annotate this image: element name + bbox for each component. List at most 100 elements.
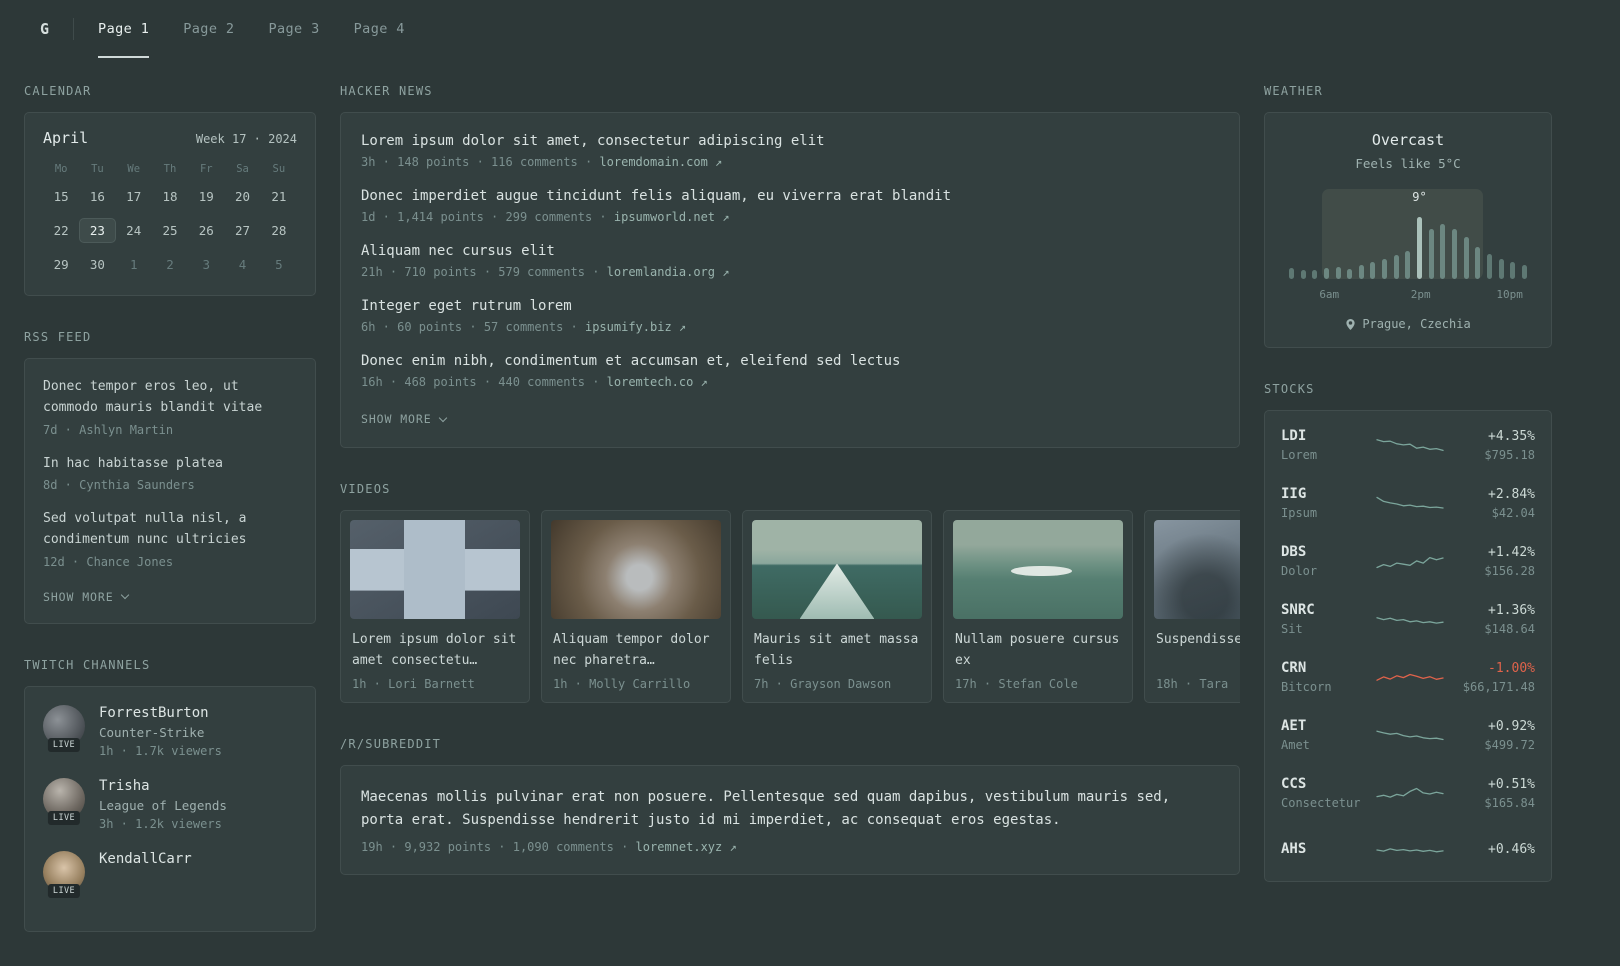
- rss-show-more-button[interactable]: SHOW MORE: [43, 590, 129, 604]
- twitch-channel[interactable]: LIVE ForrestBurton Counter-Strike 1h · 1.7k…: [43, 704, 297, 758]
- weather-bar: [1358, 265, 1364, 279]
- left-column: CALENDAR April Week 17 · 2024 Mo Tu We Th Fr…: [24, 84, 316, 966]
- stock-price: $66,171.48: [1462, 679, 1535, 694]
- subreddit-post-title[interactable]: Maecenas mollis pulvinar erat non posuer…: [361, 786, 1219, 832]
- stock-sparkline: [1376, 556, 1444, 569]
- hn-list: Lorem ipsum dolor sit amet, consectetur …: [361, 133, 1219, 389]
- calendar-day: 28: [271, 223, 287, 238]
- hn-item-title[interactable]: Donec enim nibh, condimentum et accumsan…: [361, 353, 1219, 369]
- channel-avatar: LIVE: [43, 777, 85, 825]
- stock-row[interactable]: DBS Dolor +1.42% $156.28: [1281, 532, 1535, 590]
- tab-page-3[interactable]: Page 3: [268, 0, 319, 58]
- stock-row[interactable]: CCS Consectetur +0.51% $165.84: [1281, 764, 1535, 822]
- twitch-channel[interactable]: LIVE Trisha League of Legends 3h · 1.2k vie…: [43, 777, 297, 831]
- video-thumbnail[interactable]: [953, 520, 1123, 619]
- hn-item-title[interactable]: Donec imperdiet augue tincidunt felis al…: [361, 188, 1219, 204]
- video-title: Suspendisse diam: [1156, 632, 1240, 647]
- twitch-channel[interactable]: LIVE KendallCarr: [43, 850, 297, 898]
- stock-name: Dolor: [1281, 564, 1318, 578]
- channel-category: League of Legends: [99, 797, 227, 813]
- calendar-day: 26: [198, 223, 214, 238]
- calendar-card: April Week 17 · 2024 Mo Tu We Th Fr Sa Su 15 16 1…: [24, 112, 316, 296]
- video-thumbnail[interactable]: [350, 520, 520, 619]
- external-domain-link[interactable]: ipsumify.biz ↗: [585, 320, 686, 334]
- calendar-day: 2: [166, 257, 174, 272]
- hn-item[interactable]: Donec enim nibh, condimentum et accumsan…: [361, 353, 1219, 389]
- channel-info: ForrestBurton Counter-Strike 1h · 1.7k vie…: [99, 705, 222, 758]
- live-badge: LIVE: [47, 810, 81, 825]
- video-card[interactable]: Lorem ipsum dolor sit amet consectetu… 1h…: [340, 510, 530, 703]
- stock-row[interactable]: IIG Ipsum +2.84% $42.04: [1281, 474, 1535, 532]
- rss-item[interactable]: In hac habitasse platea 8d · Cynthia Saun…: [43, 454, 297, 493]
- hn-item-meta: 16h · 468 points · 440 comments · loremt…: [361, 375, 708, 389]
- hn-section-title: HACKER NEWS: [340, 84, 433, 98]
- channel-info: Trisha League of Legends 3h · 1.2k viewers: [99, 778, 227, 831]
- stock-symbol-block: CCS Consectetur: [1281, 776, 1375, 810]
- video-card[interactable]: Mauris sit amet massa felis 7h · Grayson …: [742, 510, 932, 703]
- stock-price: $795.18: [1484, 447, 1535, 462]
- rss-card: Donec tempor eros leo, ut commodo mauris…: [24, 358, 316, 624]
- calendar-day: 19: [198, 189, 214, 204]
- stock-row[interactable]: AHS +0.46%: [1281, 822, 1535, 876]
- video-card[interactable]: Aliquam tempor dolor nec pharetra… 1h · M…: [541, 510, 731, 703]
- rss-item[interactable]: Donec tempor eros leo, ut commodo mauris…: [43, 377, 297, 437]
- tab-page-4[interactable]: Page 4: [354, 0, 405, 58]
- stock-symbol-block: AHS: [1281, 841, 1375, 857]
- subreddit-section-title: /R/SUBREDDIT: [340, 737, 442, 751]
- stock-change: +2.84%: [1488, 486, 1535, 502]
- external-domain-link[interactable]: loremlandia.org ↗: [607, 265, 730, 279]
- hn-item[interactable]: Aliquam nec cursus elit 21h · 710 points …: [361, 243, 1219, 279]
- weather-bar: [1393, 255, 1399, 279]
- video-card[interactable]: Nullam posuere cursus ex 17h · Stefan Col…: [943, 510, 1133, 703]
- stock-price: $42.04: [1491, 505, 1535, 520]
- stock-row[interactable]: LDI Lorem +4.35% $795.18: [1281, 416, 1535, 474]
- external-domain-link[interactable]: loremdomain.com ↗: [599, 155, 722, 169]
- weather-bar: [1312, 270, 1318, 279]
- weather-bar: [1347, 269, 1353, 279]
- right-column: WEATHER Overcast Feels like 5°C 9° 6am 2p…: [1264, 84, 1552, 916]
- stocks-list: LDI Lorem +4.35% $795.18 IIG Ipsum +2.84% $42.0…: [1281, 416, 1535, 876]
- rss-section-title: RSS FEED: [24, 330, 92, 344]
- chevron-down-icon: [120, 591, 129, 600]
- hn-item-title[interactable]: Integer eget rutrum lorem: [361, 298, 1219, 314]
- stock-sparkline: [1376, 848, 1444, 853]
- channel-viewers: 3h · 1.2k viewers: [99, 816, 222, 831]
- external-domain-link[interactable]: loremnet.xyz ↗: [636, 840, 737, 854]
- hn-item-title[interactable]: Aliquam nec cursus elit: [361, 243, 1219, 259]
- weather-bar: [1440, 224, 1446, 279]
- channel-avatar: LIVE: [43, 704, 85, 752]
- channel-category: Counter-Strike: [99, 724, 205, 740]
- video-thumbnail[interactable]: [1154, 520, 1240, 619]
- tab-page-2[interactable]: Page 2: [183, 0, 234, 58]
- stock-sparkline: [1376, 496, 1444, 509]
- external-domain-link[interactable]: loremtech.co ↗: [607, 375, 708, 389]
- stock-name: Ipsum: [1281, 506, 1318, 520]
- hn-show-more-button[interactable]: SHOW MORE: [361, 412, 447, 426]
- rss-item-title: Donec tempor eros leo, ut commodo mauris…: [43, 379, 263, 415]
- stock-row[interactable]: CRN Bitcorn -1.00% $66,171.48: [1281, 648, 1535, 706]
- channel-viewers: 1h · 1.7k viewers: [99, 743, 222, 758]
- hn-item[interactable]: Donec imperdiet augue tincidunt felis al…: [361, 188, 1219, 224]
- weather-x-label: 6am: [1319, 288, 1340, 301]
- channel-info: KendallCarr: [99, 851, 192, 867]
- app-logo[interactable]: G: [40, 20, 49, 38]
- stock-change: +1.42%: [1488, 544, 1535, 560]
- calendar-day-header: Th: [163, 163, 177, 175]
- weather-bars: [1287, 215, 1529, 279]
- external-domain-link[interactable]: ipsumworld.net ↗: [614, 210, 730, 224]
- weather-location-row: Prague, Czechia: [1281, 317, 1535, 331]
- hn-item[interactable]: Integer eget rutrum lorem 6h · 60 points …: [361, 298, 1219, 334]
- calendar-day: 5: [275, 257, 283, 272]
- tab-page-1[interactable]: Page 1: [98, 0, 150, 58]
- calendar-day: 22: [53, 223, 69, 238]
- weather-condition: Overcast: [1371, 131, 1445, 149]
- stock-row[interactable]: SNRC Sit +1.36% $148.64: [1281, 590, 1535, 648]
- stock-name: Bitcorn: [1281, 680, 1332, 694]
- video-thumbnail[interactable]: [551, 520, 721, 619]
- hn-item-title[interactable]: Lorem ipsum dolor sit amet, consectetur …: [361, 133, 1219, 149]
- stock-row[interactable]: AET Amet +0.92% $499.72: [1281, 706, 1535, 764]
- video-card[interactable]: Suspendisse diam 18h · Tara: [1144, 510, 1240, 703]
- rss-item[interactable]: Sed volutpat nulla nisl, a condimentum n…: [43, 509, 297, 569]
- hn-item[interactable]: Lorem ipsum dolor sit amet, consectetur …: [361, 133, 1219, 169]
- video-thumbnail[interactable]: [752, 520, 922, 619]
